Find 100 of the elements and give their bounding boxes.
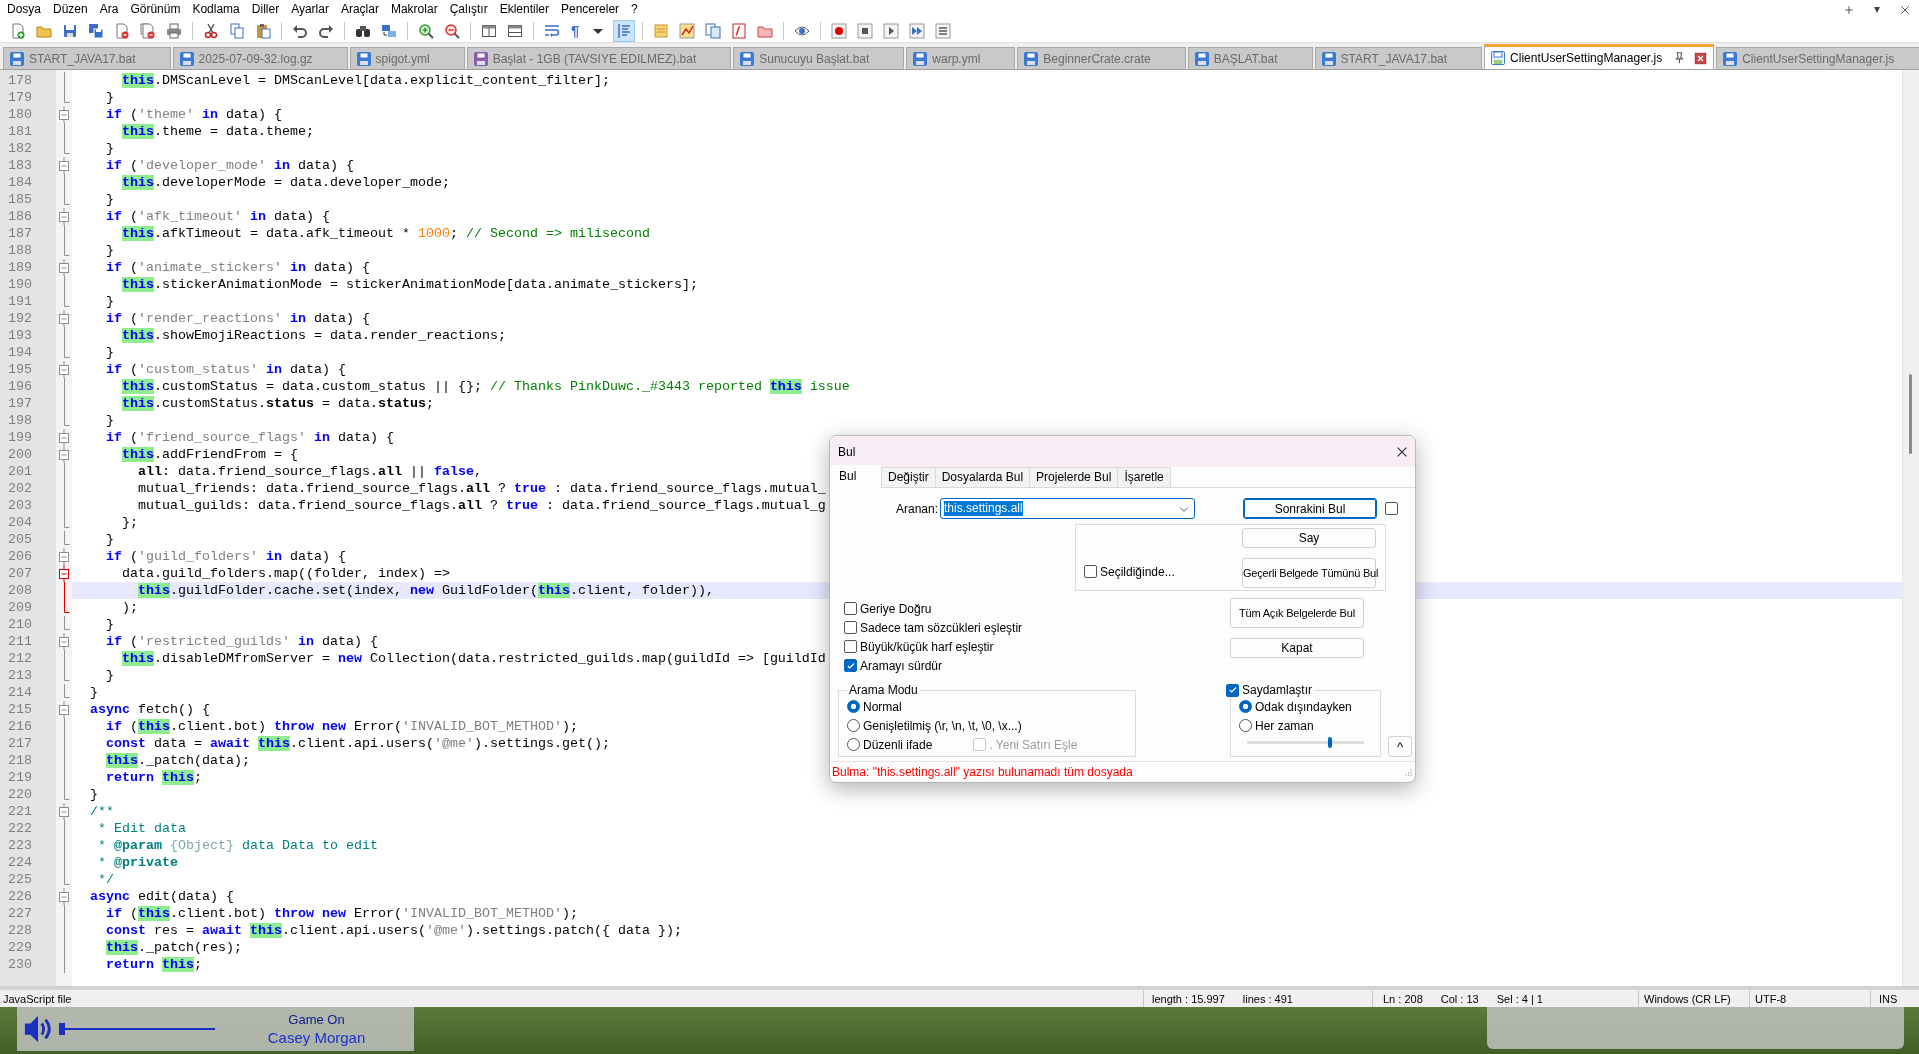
menu-item[interactable]: Makrolar	[384, 1, 444, 18]
fold-toggle-icon[interactable]	[59, 157, 69, 174]
plus-icon[interactable]	[1843, 3, 1855, 16]
fold-toggle-icon[interactable]	[59, 208, 69, 225]
code-line: }	[105, 413, 114, 428]
code-line: this.customStatus = data.custom_status || {}; // Thanks PinkDuwc._#3443 reported this issue	[121, 379, 850, 394]
fold-toggle-icon[interactable]	[59, 429, 69, 446]
file-type-label: JavaScript file	[3, 992, 72, 1005]
menu-item[interactable]: Kodlama	[186, 1, 246, 18]
checkbox[interactable]	[1084, 565, 1097, 578]
code-line: );	[121, 600, 138, 615]
line-number: 216	[7, 718, 33, 735]
length-label: length : 15.997	[1152, 992, 1225, 1005]
dialog-tab[interactable]: Projelerde Bul	[1029, 467, 1119, 488]
encoding-label: UTF-8	[1755, 992, 1787, 1005]
radio-button[interactable]	[847, 719, 860, 732]
dialog-button[interactable]: Geçerli Belgede Tümünü Bul	[1242, 558, 1376, 588]
checkbox-label: Aramayı sürdür	[860, 658, 943, 673]
line-number: 217	[7, 735, 33, 752]
code-line: }	[105, 294, 114, 309]
fold-toggle-icon[interactable]	[59, 701, 69, 718]
radio-button[interactable]	[1239, 700, 1252, 713]
line-number: 224	[7, 854, 33, 871]
radio-label: Düzenli ifade	[863, 737, 933, 752]
close-icon[interactable]	[1694, 51, 1708, 65]
checkbox[interactable]	[844, 602, 857, 615]
checkbox[interactable]	[1226, 683, 1239, 697]
checkbox[interactable]	[844, 621, 857, 634]
code-line: this.customStatus.status = data.status;	[121, 396, 434, 411]
radio-button[interactable]	[1239, 719, 1252, 732]
pilcrow-button[interactable]: ¶	[567, 19, 584, 42]
line-number: 198	[7, 412, 33, 429]
code-line: }	[105, 90, 114, 105]
fold-toggle-icon[interactable]	[59, 310, 69, 327]
code-line: if ('guild_folders' in data) {	[105, 549, 346, 564]
code-line: if ('custom_status' in data) {	[105, 362, 346, 377]
dialog-button[interactable]: Sonrakini Bul	[1243, 498, 1377, 519]
dialog-button[interactable]: Say	[1242, 528, 1376, 548]
checkbox-label: Büyük/küçük harf eşleştir	[860, 639, 994, 654]
menu-item[interactable]: Düzen	[47, 1, 94, 18]
fold-toggle-icon[interactable]	[59, 548, 69, 565]
scrollbar-thumb[interactable]	[1909, 374, 1912, 454]
menu-item[interactable]: Eklentiler	[493, 1, 555, 18]
line-number: 194	[7, 344, 33, 361]
line-number: 220	[7, 786, 33, 803]
fold-toggle-icon[interactable]	[59, 803, 69, 820]
dialog-tab[interactable]: İşaretle	[1117, 467, 1171, 488]
dialog-button[interactable]: Kapat	[1230, 638, 1364, 658]
close-icon[interactable]	[1899, 3, 1911, 16]
line-number: 215	[7, 701, 33, 718]
eol-label: Windows (CR LF)	[1644, 992, 1731, 1005]
fold-toggle-icon[interactable]	[59, 259, 69, 276]
collapse-button[interactable]: ^	[1388, 736, 1412, 757]
menu-item[interactable]: Ayarlar	[285, 1, 335, 18]
checkbox[interactable]	[844, 640, 857, 653]
fold-toggle-icon[interactable]	[59, 565, 69, 582]
checkbox[interactable]	[1385, 502, 1398, 515]
checkbox[interactable]	[844, 659, 857, 672]
line-number: 190	[7, 276, 33, 293]
menu-item[interactable]: Dosya	[1, 1, 47, 18]
dialog-button[interactable]: Tüm Açık Belgelerde Bul	[1230, 598, 1364, 628]
fold-toggle-icon[interactable]	[59, 888, 69, 905]
pin-icon[interactable]	[1672, 51, 1687, 65]
line-number: 181	[7, 123, 33, 140]
menu-item[interactable]: Araçlar	[334, 1, 385, 18]
menu-item[interactable]: Çalıştır	[443, 1, 494, 18]
search-field[interactable]: this.settings.all	[940, 498, 1195, 519]
code-line: this.afkTimeout = data.afk_timeout * 1000; // Second => milisecond	[121, 226, 650, 241]
line-number: 213	[7, 667, 33, 684]
code-line: }	[105, 668, 114, 683]
line-number: 193	[7, 327, 33, 344]
code-line: async fetch() {	[89, 702, 210, 717]
code-line: if ('afk_timeout' in data) {	[105, 209, 330, 224]
file-tab[interactable]: ClientUserSettingManager.js	[1484, 44, 1715, 69]
menu-item[interactable]: ?	[625, 1, 644, 18]
fold-toggle-icon[interactable]	[59, 633, 69, 650]
line-number: 187	[7, 225, 33, 242]
fold-toggle-icon[interactable]	[59, 106, 69, 123]
insert-mode-label: INS	[1879, 992, 1898, 1005]
slider-thumb[interactable]	[1328, 737, 1333, 748]
code-line: mutual_guilds: data.friend_source_flags.all ? true : data.friend_source_flags.mutual_g	[137, 498, 826, 513]
fold-toggle-icon[interactable]	[59, 361, 69, 378]
dialog-tab[interactable]: Dosyalarda Bul	[934, 467, 1031, 488]
line-number: 222	[7, 820, 33, 837]
radio-button[interactable]	[847, 700, 860, 713]
menu-item[interactable]: Görünüm	[124, 1, 187, 18]
line-number: 180	[7, 106, 33, 123]
dialog-tab[interactable]: Değiştir	[881, 467, 936, 488]
resize-grip-icon[interactable]	[1403, 767, 1413, 777]
radio-button[interactable]	[847, 738, 860, 751]
scrollbar[interactable]	[1902, 70, 1919, 986]
line-number: 192	[7, 310, 33, 327]
line-number: 206	[7, 548, 33, 565]
line-number: 201	[7, 463, 33, 480]
search-label: Aranan:	[894, 501, 938, 516]
line-number: 210	[7, 616, 33, 633]
menu-item[interactable]: Pencereler	[555, 1, 626, 18]
fold-toggle-icon[interactable]	[59, 446, 69, 463]
menu-item[interactable]: Ara	[93, 1, 125, 18]
menu-item[interactable]: Diller	[245, 1, 286, 18]
